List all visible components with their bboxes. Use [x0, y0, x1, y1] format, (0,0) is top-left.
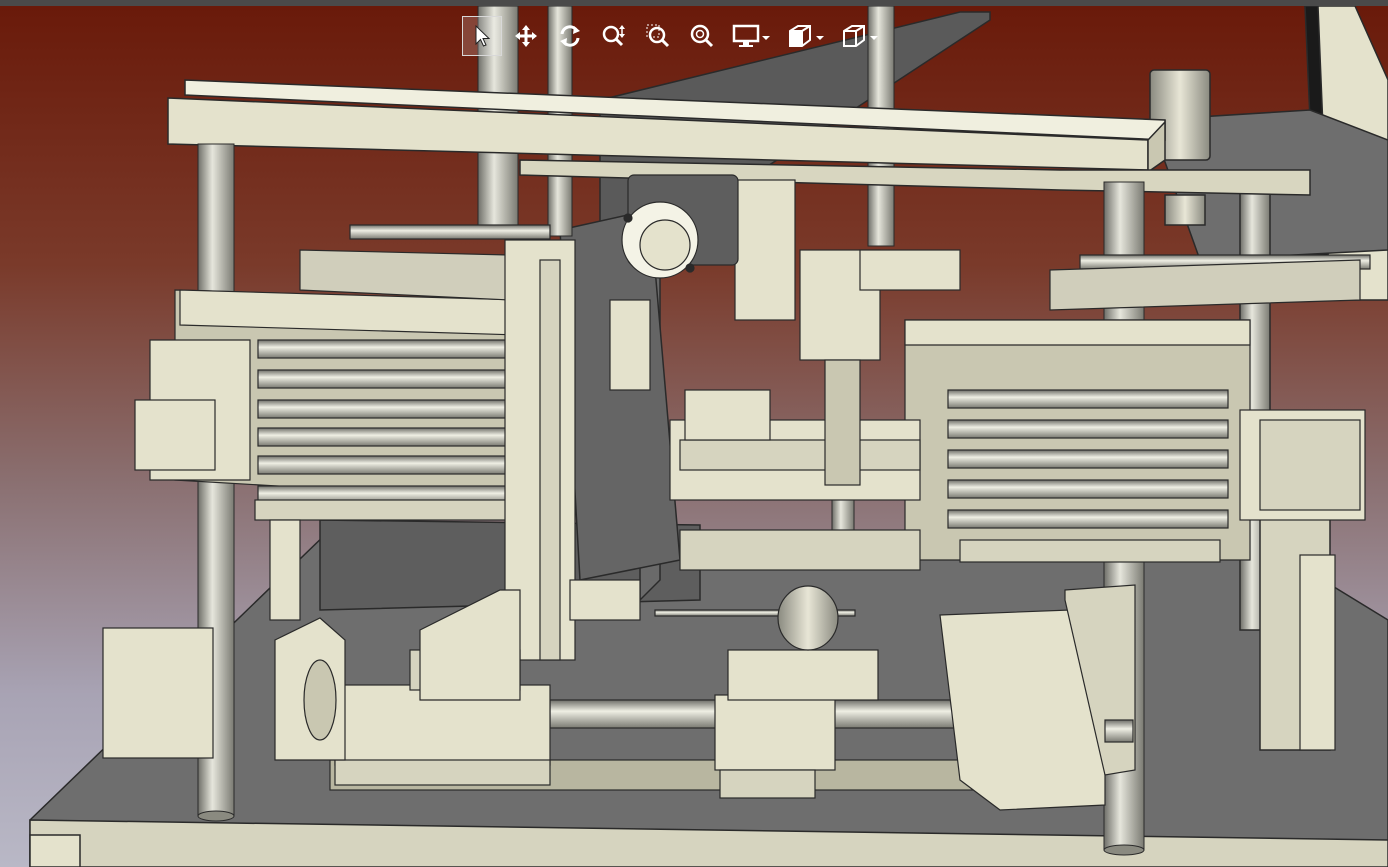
cursor-arrow-icon — [475, 24, 491, 47]
cad-3d-viewport[interactable] — [0, 6, 1388, 867]
zoom-window-button[interactable] — [638, 16, 678, 56]
zoom-window-icon — [646, 24, 670, 48]
zoom-updown-icon — [602, 25, 625, 47]
section-view-button[interactable] — [780, 16, 830, 56]
cad-model-render — [29, 6, 1388, 867]
select-button[interactable] — [462, 16, 502, 56]
monitor-icon — [732, 24, 760, 47]
view-toolbar — [462, 14, 884, 58]
cube-icon — [843, 25, 865, 47]
chevron-down-icon — [816, 36, 824, 40]
rotate-icon — [560, 25, 580, 47]
zoom-button[interactable] — [594, 16, 634, 56]
chevron-down-icon — [762, 36, 770, 40]
pan-button[interactable] — [506, 16, 546, 56]
zoom-fit-button[interactable] — [682, 16, 722, 56]
right-conveyor — [904, 254, 1371, 563]
stepper-motor — [621, 174, 739, 279]
rotate-button[interactable] — [550, 16, 590, 56]
zoom-fit-icon — [690, 24, 714, 48]
view-orientation-button[interactable] — [834, 16, 884, 56]
display-mode-button[interactable] — [726, 16, 776, 56]
chevron-down-icon — [870, 36, 878, 40]
section-cube-icon — [789, 25, 811, 47]
move-arrows-icon — [515, 25, 537, 47]
